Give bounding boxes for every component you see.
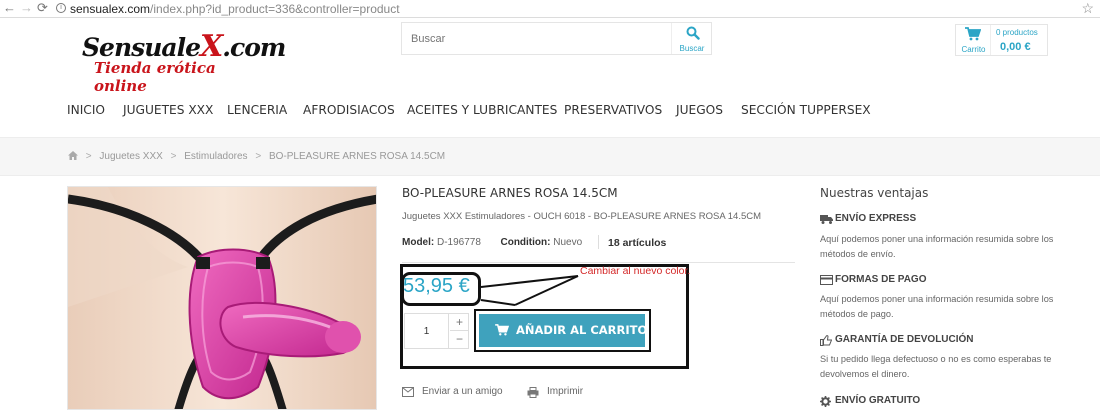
quantity-input[interactable] bbox=[405, 314, 449, 348]
advantage-guarantee-text: Si tu pedido llega defectuoso o no es co… bbox=[820, 354, 1052, 379]
menu-item-tuppersex[interactable]: SECCIÓN TUPPERSEX bbox=[741, 103, 871, 117]
annotation-text: Cambiar al nuevo color. bbox=[580, 265, 691, 277]
info-icon[interactable]: i bbox=[56, 3, 66, 13]
breadcrumb-separator: > bbox=[170, 151, 177, 162]
send-friend-label: Enviar a un amigo bbox=[422, 386, 503, 397]
advantage-express-text: Aquí podemos poner una información resum… bbox=[820, 234, 1054, 259]
breadcrumb-bar: > Juguetes XXX > Estimuladores > BO-PLEA… bbox=[0, 137, 1100, 176]
advantages-title: Nuestras ventajas bbox=[820, 186, 929, 200]
divider bbox=[402, 262, 795, 263]
cart-count: 0 productos bbox=[996, 28, 1038, 37]
envelope-icon bbox=[402, 387, 414, 397]
menu-item-preservativos[interactable]: PRESERVATIVOS bbox=[564, 103, 662, 117]
cart-icon bbox=[495, 324, 509, 336]
print-label: Imprimir bbox=[547, 386, 584, 397]
url-path: /index.php?id_product=336&controller=pro… bbox=[150, 2, 400, 16]
quantity-decrease-button[interactable]: − bbox=[450, 331, 469, 348]
menu-item-inicio[interactable]: INICIO bbox=[67, 103, 105, 117]
thumbs-up-icon bbox=[820, 335, 832, 346]
condition-label: Condition: bbox=[500, 237, 551, 248]
back-arrow-icon[interactable]: ← bbox=[3, 0, 16, 16]
reload-icon[interactable]: ⟳ bbox=[37, 0, 48, 16]
condition-value: Nuevo bbox=[553, 237, 583, 248]
search-box: Buscar bbox=[401, 22, 712, 55]
address-bar[interactable]: sensualex.com/index.php?id_product=336&c… bbox=[70, 2, 400, 16]
advantage-payment-text: Aquí podemos poner una información resum… bbox=[820, 294, 1054, 319]
home-icon[interactable] bbox=[68, 151, 78, 160]
cart-icon bbox=[965, 27, 981, 41]
logo-tagline: Tienda erótica online bbox=[94, 59, 216, 95]
breadcrumb-separator: > bbox=[255, 151, 262, 162]
product-image[interactable] bbox=[67, 186, 377, 410]
search-icon bbox=[686, 26, 700, 40]
site-logo[interactable]: SensualeX.com Tienda erótica online bbox=[82, 26, 286, 95]
truck-icon bbox=[820, 215, 833, 224]
cart-label: Carrito bbox=[961, 45, 986, 54]
add-to-cart-button[interactable]: AÑADIR AL CARRITO bbox=[479, 314, 648, 347]
breadcrumb-separator: > bbox=[85, 151, 92, 162]
breadcrumb-item-estimuladores[interactable]: Estimuladores bbox=[184, 151, 247, 162]
model-value: D-196778 bbox=[437, 237, 481, 248]
menu-item-lenceria[interactable]: LENCERIA bbox=[227, 103, 287, 117]
menu-item-juegos[interactable]: JUEGOS bbox=[676, 103, 723, 117]
url-host: sensualex.com bbox=[70, 2, 151, 16]
cart-widget[interactable]: Carrito 0 productos 0,00 € bbox=[955, 24, 1048, 56]
cart-link[interactable]: Carrito bbox=[956, 25, 991, 55]
printer-icon bbox=[527, 387, 539, 398]
meta-divider bbox=[598, 235, 599, 249]
search-button-label: Buscar bbox=[679, 44, 705, 53]
annotation-price-circle bbox=[401, 272, 481, 306]
add-to-cart-label: AÑADIR AL CARRITO bbox=[516, 323, 648, 337]
model-label: Model: bbox=[402, 237, 435, 248]
browser-toolbar: ← → ⟳ i sensualex.com/index.php?id_produ… bbox=[0, 0, 1100, 18]
forward-arrow-icon[interactable]: → bbox=[20, 0, 33, 16]
search-button[interactable]: Buscar bbox=[671, 23, 711, 54]
search-input[interactable] bbox=[402, 23, 672, 54]
quantity-increase-button[interactable]: + bbox=[450, 314, 469, 331]
menu-item-afrodisiacos[interactable]: AFRODISIACOS bbox=[303, 103, 395, 117]
breadcrumb-item-current: BO-PLEASURE ARNES ROSA 14.5CM bbox=[268, 151, 446, 162]
product-categories: Juguetes XXX Estimuladores - OUCH 6018 -… bbox=[402, 211, 762, 222]
stock-count: 18 artículos bbox=[608, 237, 667, 249]
quantity-stepper: + − bbox=[404, 313, 469, 349]
credit-card-icon bbox=[820, 275, 833, 285]
product-meta: Model: D-196778 Condition: Nuevo 18 artí… bbox=[402, 235, 666, 249]
breadcrumb-item-juguetes[interactable]: Juguetes XXX bbox=[99, 151, 162, 162]
breadcrumb: > Juguetes XXX > Estimuladores > BO-PLEA… bbox=[68, 151, 445, 162]
menu-item-aceites[interactable]: ACEITES Y LUBRICANTES bbox=[407, 103, 557, 117]
product-title: BO-PLEASURE ARNES ROSA 14.5CM bbox=[402, 186, 618, 200]
bookmark-star-icon[interactable]: ☆ bbox=[1081, 0, 1094, 16]
menu-item-juguetes[interactable]: JUGUETES XXX bbox=[123, 103, 213, 117]
cart-total: 0,00 € bbox=[1000, 41, 1031, 53]
product-photo bbox=[68, 187, 376, 409]
gear-icon bbox=[820, 396, 831, 407]
